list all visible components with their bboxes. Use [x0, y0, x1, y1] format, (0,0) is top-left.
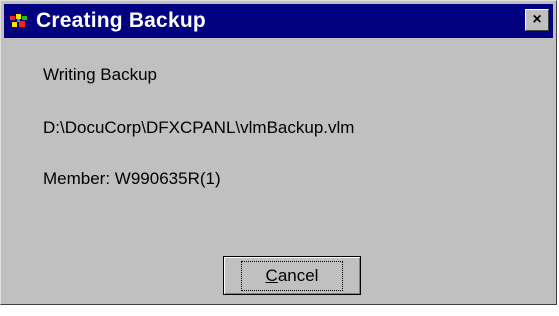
- title-bar[interactable]: Creating Backup ×: [4, 4, 553, 38]
- close-button[interactable]: ×: [525, 9, 549, 31]
- creating-backup-dialog: Creating Backup × Writing Backup D:\Docu…: [0, 0, 557, 305]
- cancel-label-rest: ancel: [277, 265, 319, 285]
- backup-path-text: D:\DocuCorp\DFXCPANL\vlmBackup.vlm: [43, 118, 355, 137]
- cancel-button-label: Cancel: [240, 260, 344, 291]
- app-logo-icon: [8, 10, 30, 32]
- cancel-mnemonic: C: [265, 265, 278, 285]
- close-icon: ×: [532, 11, 542, 28]
- window-title: Creating Backup: [36, 9, 206, 32]
- status-text: Writing Backup: [43, 65, 158, 84]
- member-text: Member: W990635R(1): [43, 169, 221, 188]
- cancel-button[interactable]: Cancel: [223, 256, 361, 295]
